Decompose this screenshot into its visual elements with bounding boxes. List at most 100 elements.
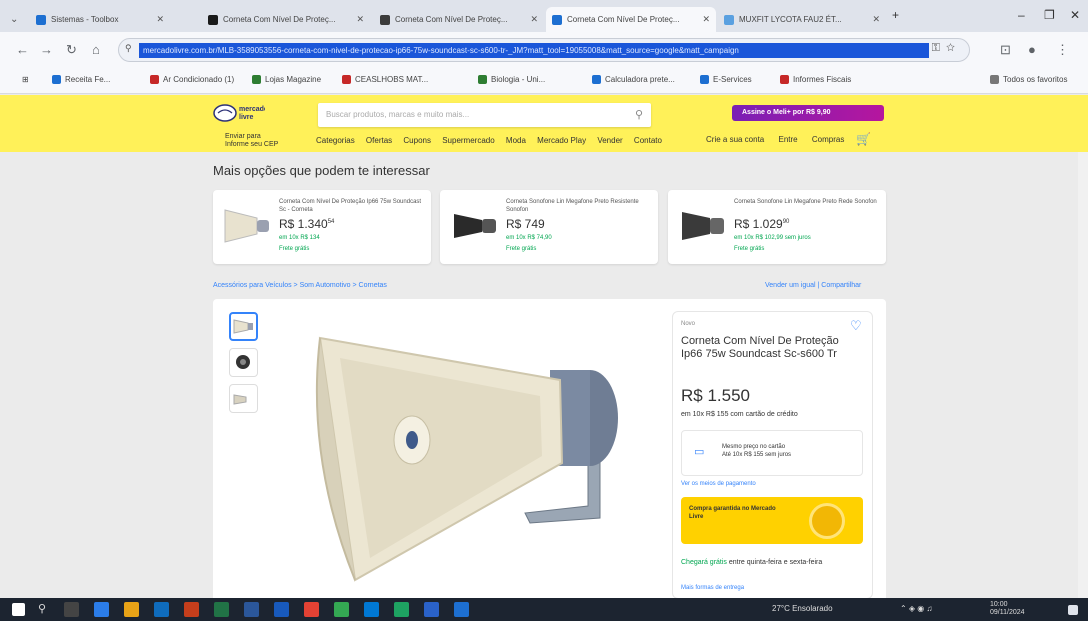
bookmark-item[interactable]: Informes Fiscais bbox=[780, 75, 851, 84]
close-icon[interactable]: ✕ bbox=[150, 14, 164, 25]
weather-widget[interactable]: 27°C Ensolarado bbox=[772, 604, 833, 613]
bookmarks-bar: ⊞ Receita Fe... Ar Condicionado (1) Loja… bbox=[0, 68, 1088, 94]
search-input[interactable]: Buscar produtos, marcas e muito mais... … bbox=[318, 103, 651, 127]
main-product-image[interactable] bbox=[300, 318, 630, 593]
rec-card[interactable]: Corneta Com Nível De Proteção Ip66 75w S… bbox=[213, 190, 431, 264]
apps-icon[interactable]: ⊞ bbox=[22, 75, 29, 84]
new-tab-icon[interactable]: + bbox=[892, 8, 899, 22]
rec-card[interactable]: Corneta Sonofone Lin Megafone Preto Resi… bbox=[440, 190, 658, 264]
breadcrumb[interactable]: Acessórios para Veículos > Som Automotiv… bbox=[213, 282, 387, 289]
maximize-icon[interactable]: ❐ bbox=[1044, 8, 1055, 22]
bookmark-item[interactable]: CEASLHOBS MAT... bbox=[342, 75, 428, 84]
bookmark-item[interactable]: Ar Condicionado (1) bbox=[150, 75, 234, 84]
tab-5[interactable]: MUXFIT LYCOTA FAU2 ÉT... ✕ bbox=[718, 7, 886, 32]
address-bar-actions[interactable]: ⚿☆ bbox=[932, 42, 961, 55]
bookmark-item[interactable]: E-Services bbox=[700, 75, 752, 84]
rec-product-image[interactable] bbox=[676, 202, 730, 250]
share-links[interactable]: Vender um igual | Compartilhar bbox=[765, 282, 861, 289]
nav-item[interactable]: Ofertas bbox=[366, 136, 392, 145]
bookmark-item[interactable]: Receita Fe... bbox=[52, 75, 110, 84]
start-icon[interactable] bbox=[12, 603, 25, 616]
tab-4-active[interactable]: Corneta Com Nível De Proteç... ✕ bbox=[546, 7, 716, 32]
tab-switcher-icon[interactable]: ⌄ bbox=[4, 7, 26, 32]
favorite-heart-icon[interactable]: ♡ bbox=[850, 318, 862, 334]
tab-1[interactable]: Sistemas - Toolbox ✕ bbox=[30, 7, 170, 32]
promo-banner[interactable]: Assine o Meli+ por R$ 9,90 bbox=[732, 105, 884, 121]
taskbar-app-icon[interactable] bbox=[94, 602, 109, 617]
tab-3[interactable]: Corneta Com Nível De Proteç... ✕ bbox=[374, 7, 544, 32]
rec-product-image[interactable] bbox=[448, 202, 502, 250]
bookmark-item[interactable]: Lojas Magazine bbox=[252, 75, 321, 84]
taskbar-app-icon[interactable] bbox=[274, 602, 289, 617]
thumbnail-3[interactable] bbox=[229, 384, 258, 413]
rec-name[interactable]: Corneta Com Nível De Proteção Ip66 75w S… bbox=[279, 198, 423, 214]
rec-name[interactable]: Corneta Sonofone Lin Megafone Preto Rede… bbox=[734, 198, 878, 206]
clock[interactable]: 10:00 09/11/2024 bbox=[990, 601, 1025, 617]
taskbar-app-icon[interactable] bbox=[394, 602, 409, 617]
bookmark-item-all[interactable]: Todos os favoritos bbox=[990, 75, 1067, 84]
reload-icon[interactable]: ↻ bbox=[66, 42, 77, 58]
nav-item[interactable]: Supermercado bbox=[442, 136, 494, 145]
tab-favicon-icon bbox=[380, 14, 390, 25]
payment-box[interactable]: ▭ Mesmo preço no cartão Até 10x R$ 155 s… bbox=[681, 430, 863, 476]
window-close-icon[interactable]: ✕ bbox=[1070, 8, 1080, 22]
url-text[interactable]: mercadolivre.com.br/MLB-3589053556-corne… bbox=[139, 43, 929, 58]
minimize-icon[interactable]: – bbox=[1018, 8, 1025, 22]
thumbnail-2[interactable] bbox=[229, 348, 258, 377]
cep-selector[interactable]: Enviar para Informe seu CEP bbox=[225, 133, 278, 149]
login-link[interactable]: Entre bbox=[779, 135, 798, 144]
nav-item[interactable]: Contato bbox=[634, 136, 662, 145]
taskbar-app-icon[interactable] bbox=[364, 602, 379, 617]
close-icon[interactable]: ✕ bbox=[866, 14, 880, 25]
site-info-icon[interactable]: ⚲ bbox=[125, 43, 132, 54]
nav-item[interactable]: Mercado Play bbox=[537, 136, 586, 145]
search-icon[interactable]: ⚲ bbox=[635, 103, 643, 127]
page-scrollbar[interactable] bbox=[1078, 152, 1088, 598]
taskbar-app-icon[interactable] bbox=[154, 602, 169, 617]
close-icon[interactable]: ✕ bbox=[350, 14, 364, 25]
tab-2[interactable]: Corneta Com Nível De Proteç... ✕ bbox=[202, 7, 370, 32]
create-account-link[interactable]: Crie a sua conta bbox=[706, 135, 764, 144]
taskbar-app-icon[interactable] bbox=[424, 602, 439, 617]
close-icon[interactable]: ✕ bbox=[696, 14, 710, 25]
profile-icon[interactable]: ● bbox=[1028, 42, 1036, 57]
close-icon[interactable]: ✕ bbox=[524, 14, 538, 25]
thumbnail-1[interactable] bbox=[229, 312, 258, 341]
tab-favicon-icon bbox=[724, 14, 734, 25]
menu-icon[interactable]: ⋮ bbox=[1056, 42, 1069, 58]
cart-icon[interactable]: 🛒 bbox=[856, 132, 871, 146]
rec-card[interactable]: Corneta Sonofone Lin Megafone Preto Rede… bbox=[668, 190, 886, 264]
payment-methods-link[interactable]: Ver os meios de pagamento bbox=[681, 481, 756, 487]
address-bar[interactable]: ⚲ mercadolivre.com.br/MLB-3589053556-cor… bbox=[118, 38, 970, 62]
product-price: R$ 1.550 bbox=[681, 386, 750, 405]
card-icon: ▭ bbox=[694, 446, 705, 458]
bookmark-item[interactable]: Biologia - Uni... bbox=[478, 75, 545, 84]
nav-item[interactable]: Cupons bbox=[403, 136, 431, 145]
extensions-icon[interactable]: ⊡ bbox=[1000, 42, 1011, 58]
taskbar-app-icon[interactable] bbox=[454, 602, 469, 617]
system-tray-icons[interactable]: ⌃ ◈ ◉ ♫ bbox=[900, 604, 933, 613]
rec-name[interactable]: Corneta Sonofone Lin Megafone Preto Resi… bbox=[506, 198, 650, 214]
taskbar-app-icon[interactable] bbox=[244, 602, 259, 617]
nav-item[interactable]: Moda bbox=[506, 136, 526, 145]
shipping-options-link[interactable]: Mais formas de entrega bbox=[681, 585, 744, 591]
nav-item[interactable]: Vender bbox=[597, 136, 622, 145]
task-view-icon[interactable] bbox=[64, 602, 79, 617]
taskbar-app-icon[interactable] bbox=[334, 602, 349, 617]
forward-icon[interactable]: → bbox=[40, 42, 53, 57]
taskbar-app-icon[interactable] bbox=[214, 602, 229, 617]
search-icon[interactable]: ⚲ bbox=[38, 602, 46, 615]
nav-item[interactable]: Categorias bbox=[316, 136, 355, 145]
recommendations-title: Mais opções que podem te interessar bbox=[213, 163, 430, 178]
purchases-link[interactable]: Compras bbox=[812, 135, 844, 144]
bookmark-item[interactable]: Calculadora prete... bbox=[592, 75, 675, 84]
rec-product-image[interactable] bbox=[221, 202, 275, 250]
taskbar-app-icon[interactable] bbox=[124, 602, 139, 617]
mercado-livre-logo[interactable]: mercado livre bbox=[213, 101, 265, 125]
guarantee-banner[interactable]: Compra garantida no Mercado Livre bbox=[681, 497, 863, 544]
taskbar-app-icon[interactable] bbox=[184, 602, 199, 617]
notifications-icon[interactable] bbox=[1068, 605, 1078, 615]
home-icon[interactable]: ⌂ bbox=[92, 42, 100, 57]
taskbar-app-icon[interactable] bbox=[304, 602, 319, 617]
back-icon[interactable]: ← bbox=[16, 42, 29, 57]
